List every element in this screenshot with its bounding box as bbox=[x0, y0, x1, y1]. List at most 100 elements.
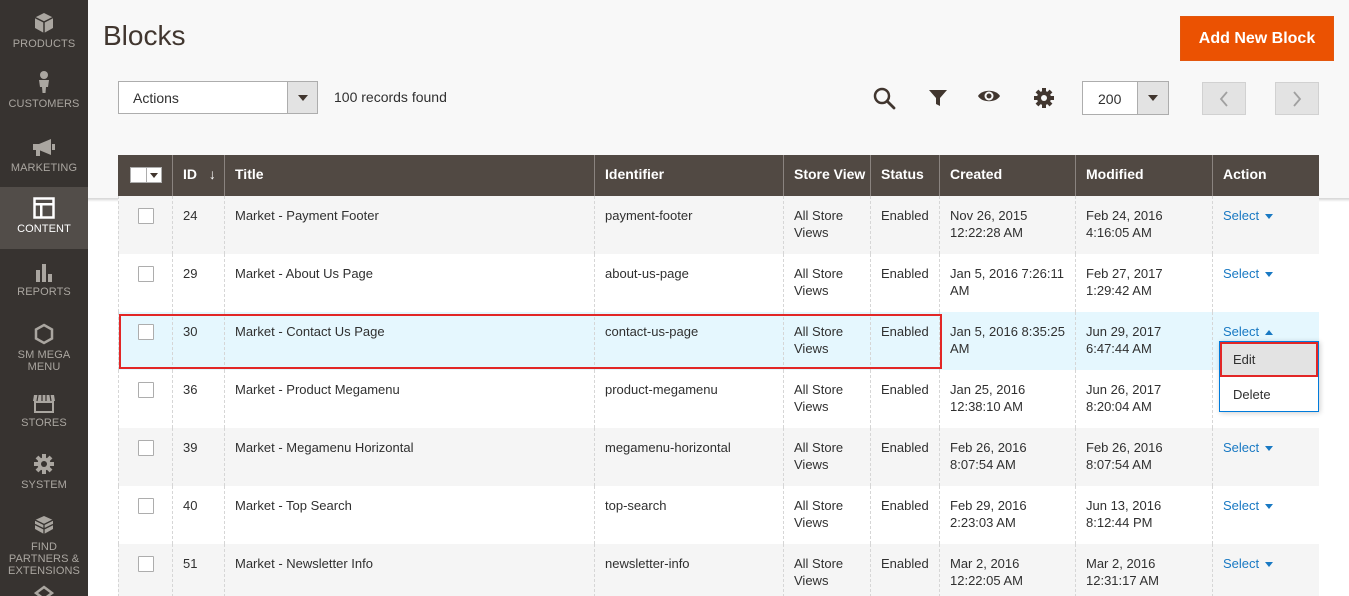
identifier-cell: megamenu-horizontal bbox=[594, 428, 783, 486]
mass-actions-label: Actions bbox=[133, 90, 179, 106]
select-action-label: Select bbox=[1223, 556, 1260, 571]
column-status[interactable]: Status bbox=[870, 155, 939, 198]
select-action-link[interactable]: Select bbox=[1223, 556, 1274, 571]
created-cell: Feb 29, 2016 2:23:03 AM bbox=[939, 486, 1075, 544]
select-action-link[interactable]: Select bbox=[1223, 266, 1274, 281]
title-cell: Market - Megamenu Horizontal bbox=[224, 428, 594, 486]
grid-header: ID ↓ Title Identifier Store View Status … bbox=[118, 155, 1319, 198]
action-cell: Select bbox=[1212, 544, 1319, 596]
status-cell: Enabled bbox=[870, 254, 939, 312]
column-created[interactable]: Created bbox=[939, 155, 1075, 198]
status-cell: Enabled bbox=[870, 196, 939, 254]
nav-more-icon[interactable] bbox=[33, 585, 55, 596]
status-cell: Enabled bbox=[870, 370, 939, 428]
add-new-block-button[interactable]: Add New Block bbox=[1180, 16, 1334, 61]
search-icon[interactable] bbox=[872, 86, 896, 110]
row-checkbox[interactable] bbox=[138, 498, 154, 514]
column-title[interactable]: Title bbox=[224, 155, 594, 198]
row-checkbox[interactable] bbox=[138, 440, 154, 456]
created-cell: Feb 26, 2016 8:07:54 AM bbox=[939, 428, 1075, 486]
mass-select-checkbox[interactable] bbox=[130, 167, 162, 183]
select-action-link[interactable]: Select bbox=[1223, 498, 1274, 513]
store-view-cell: All Store Views bbox=[783, 254, 870, 312]
modified-cell: Feb 24, 2016 4:16:05 AM bbox=[1075, 196, 1212, 254]
nav-marketing-label: MARKETING bbox=[10, 162, 78, 174]
nav-find-partners[interactable]: FIND PARTNERS & EXTENSIONS bbox=[0, 515, 88, 577]
chevron-left-icon bbox=[1219, 91, 1228, 107]
row-checkbox[interactable] bbox=[138, 556, 154, 572]
select-action-link[interactable]: Select bbox=[1223, 324, 1274, 339]
title-cell: Market - Newsletter Info bbox=[224, 544, 594, 596]
next-page-button[interactable] bbox=[1275, 82, 1319, 115]
caret-down-icon bbox=[1265, 562, 1274, 568]
identifier-cell: about-us-page bbox=[594, 254, 783, 312]
store-view-cell: All Store Views bbox=[783, 544, 870, 596]
column-id-label: ID bbox=[183, 166, 197, 182]
table-row: 29 Market - About Us Page about-us-page … bbox=[118, 254, 1319, 312]
nav-system[interactable]: SYSTEM bbox=[0, 453, 88, 498]
filter-icon[interactable] bbox=[926, 86, 950, 110]
nav-stores[interactable]: STORES bbox=[0, 393, 88, 438]
column-identifier[interactable]: Identifier bbox=[594, 155, 783, 198]
column-store-view[interactable]: Store View bbox=[783, 155, 870, 198]
action-cell: Select bbox=[1212, 196, 1319, 254]
nav-sm-mega-menu-label: SM MEGA MENU bbox=[17, 349, 71, 373]
chevron-down-icon bbox=[287, 82, 317, 113]
status-cell: Enabled bbox=[870, 544, 939, 596]
nav-customers[interactable]: CUSTOMERS bbox=[0, 70, 88, 120]
identifier-cell: product-megamenu bbox=[594, 370, 783, 428]
row-checkbox[interactable] bbox=[138, 208, 154, 224]
action-dropdown-menu: Edit Delete bbox=[1219, 341, 1319, 412]
modified-cell: Jun 29, 2017 6:47:44 AM bbox=[1075, 312, 1212, 370]
row-select-cell bbox=[118, 196, 172, 254]
id-cell: 36 bbox=[172, 370, 224, 428]
created-cell: Jan 25, 2016 12:38:10 AM bbox=[939, 370, 1075, 428]
delete-menu-item[interactable]: Delete bbox=[1220, 377, 1318, 412]
nav-products-label: PRODUCTS bbox=[12, 38, 76, 50]
nav-reports[interactable]: REPORTS bbox=[0, 262, 88, 312]
identifier-cell: top-search bbox=[594, 486, 783, 544]
edit-menu-item[interactable]: Edit bbox=[1220, 342, 1318, 377]
caret-down-icon bbox=[1265, 214, 1274, 220]
store-view-cell: All Store Views bbox=[783, 486, 870, 544]
store-view-cell: All Store Views bbox=[783, 428, 870, 486]
nav-sm-mega-menu[interactable]: SM MEGA MENU bbox=[0, 323, 88, 378]
table-row: 36 Market - Product Megamenu product-meg… bbox=[118, 370, 1319, 428]
row-select-cell bbox=[118, 254, 172, 312]
select-action-label: Select bbox=[1223, 208, 1260, 223]
settings-gear-icon[interactable] bbox=[1032, 86, 1056, 110]
select-action-link[interactable]: Select bbox=[1223, 440, 1274, 455]
nav-content-label: CONTENT bbox=[17, 223, 71, 235]
select-action-label: Select bbox=[1223, 498, 1260, 513]
caret-down-icon bbox=[1265, 272, 1274, 278]
select-action-link[interactable]: Select bbox=[1223, 208, 1274, 223]
status-cell: Enabled bbox=[870, 486, 939, 544]
nav-products[interactable]: PRODUCTS bbox=[0, 12, 88, 62]
modified-cell: Mar 2, 2016 12:31:17 AM bbox=[1075, 544, 1212, 596]
table-row: 24 Market - Payment Footer payment-foote… bbox=[118, 196, 1319, 254]
created-cell: Jan 5, 2016 7:26:11 AM bbox=[939, 254, 1075, 312]
nav-reports-label: REPORTS bbox=[17, 286, 71, 298]
modified-cell: Jun 26, 2017 8:20:04 AM bbox=[1075, 370, 1212, 428]
eye-icon[interactable] bbox=[977, 84, 1001, 108]
column-modified[interactable]: Modified bbox=[1075, 155, 1212, 198]
nav-marketing[interactable]: MARKETING bbox=[0, 138, 88, 188]
row-checkbox[interactable] bbox=[138, 382, 154, 398]
select-all-column bbox=[118, 155, 172, 198]
id-cell: 24 bbox=[172, 196, 224, 254]
column-id[interactable]: ID ↓ bbox=[172, 155, 224, 198]
nav-content[interactable]: CONTENT bbox=[0, 187, 88, 249]
action-cell: Select bbox=[1212, 486, 1319, 544]
cubes-icon bbox=[34, 516, 54, 534]
row-checkbox[interactable] bbox=[138, 266, 154, 282]
per-page-select[interactable]: 200 bbox=[1082, 81, 1169, 115]
identifier-cell: newsletter-info bbox=[594, 544, 783, 596]
row-highlight-outline bbox=[119, 314, 942, 369]
mass-actions-select[interactable]: Actions bbox=[118, 81, 318, 114]
previous-page-button[interactable] bbox=[1202, 82, 1246, 115]
nav-stores-label: STORES bbox=[21, 417, 67, 429]
id-cell: 39 bbox=[172, 428, 224, 486]
table-row: 51 Market - Newsletter Info newsletter-i… bbox=[118, 544, 1319, 596]
megaphone-icon bbox=[33, 139, 55, 156]
nav-customers-label: CUSTOMERS bbox=[8, 98, 80, 110]
